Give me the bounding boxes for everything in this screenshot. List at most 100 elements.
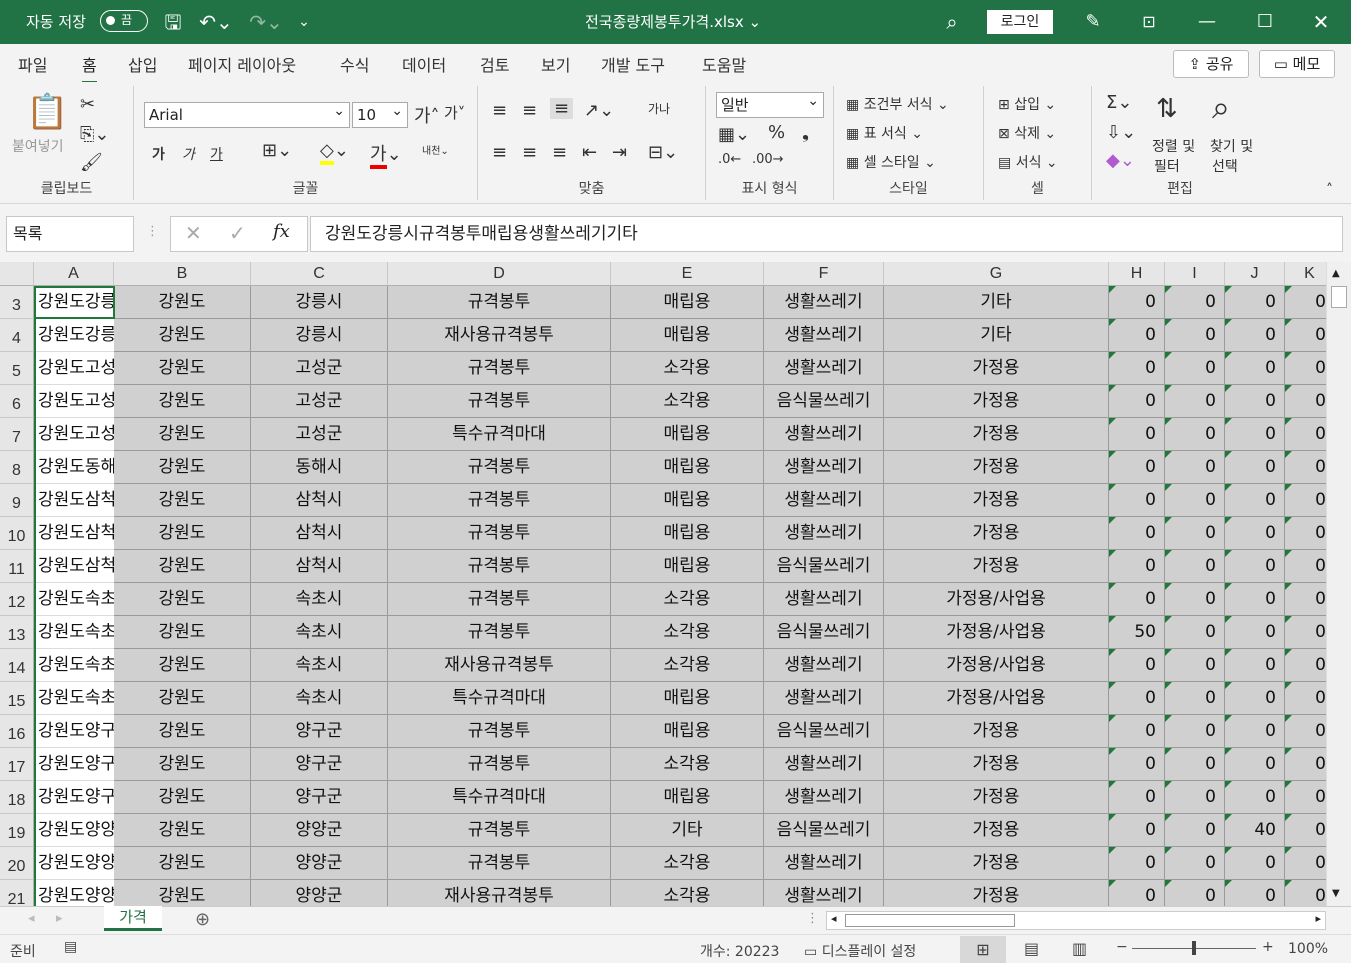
formula-input[interactable]: 강원도강릉시규격봉투매립용생활쓰레기기타 — [310, 216, 1343, 252]
cell-j[interactable]: 0 — [1225, 715, 1285, 748]
cell-g[interactable]: 가정용 — [884, 517, 1109, 550]
font-size-select[interactable]: 10 — [352, 99, 408, 128]
cell-g[interactable]: 가정용 — [884, 781, 1109, 814]
column-header-c[interactable]: C — [251, 262, 388, 286]
decrease-decimal-icon[interactable]: .00→ — [752, 152, 784, 167]
cell-e[interactable]: 매립용 — [611, 781, 764, 814]
select-all-corner[interactable] — [0, 262, 34, 286]
cell-b[interactable]: 강원도 — [114, 880, 251, 906]
cell-i[interactable]: 0 — [1165, 649, 1225, 682]
save-icon[interactable]: 🖫 — [160, 0, 186, 44]
normal-view-icon[interactable]: ⊞ — [960, 936, 1006, 963]
scroll-down-icon[interactable]: ▼ — [1332, 888, 1340, 899]
cell-j[interactable]: 0 — [1225, 385, 1285, 418]
vertical-scroll-thumb[interactable] — [1331, 286, 1347, 308]
cell-c[interactable]: 속초시 — [251, 649, 388, 682]
cell-c[interactable]: 삼척시 — [251, 484, 388, 517]
row-header[interactable]: 13 — [0, 616, 34, 649]
cell-e[interactable]: 소각용 — [611, 616, 764, 649]
cell-e[interactable]: 기타 — [611, 814, 764, 847]
column-header-i[interactable]: I — [1165, 262, 1225, 286]
cell-d[interactable]: 규격봉투 — [388, 583, 611, 616]
cell-d[interactable]: 특수규격마대 — [388, 418, 611, 451]
display-settings-button[interactable]: ▭ 디스플레이 설정 — [804, 941, 916, 961]
row-header[interactable]: 17 — [0, 748, 34, 781]
cell-e[interactable]: 매립용 — [611, 451, 764, 484]
zoom-level[interactable]: 100% — [1288, 941, 1328, 957]
cell-h[interactable]: 0 — [1109, 781, 1165, 814]
cell-h[interactable]: 0 — [1109, 484, 1165, 517]
cell-k[interactable]: 0 — [1285, 352, 1326, 385]
cell-g[interactable]: 가정용 — [884, 451, 1109, 484]
cell-e[interactable]: 소각용 — [611, 649, 764, 682]
row-header[interactable]: 7 — [0, 418, 34, 451]
cell-c[interactable]: 고성군 — [251, 352, 388, 385]
cell-i[interactable]: 0 — [1165, 319, 1225, 352]
tab-developer[interactable]: 개발 도구 — [601, 52, 665, 76]
font-name-select[interactable]: Arial — [144, 99, 350, 128]
align-left-icon[interactable]: ≡ — [492, 142, 507, 163]
scroll-up-icon[interactable]: ▲ — [1332, 268, 1340, 279]
cell-j[interactable]: 0 — [1225, 550, 1285, 583]
fill-icon[interactable]: ⇩⌄ — [1106, 122, 1136, 143]
cell-g[interactable]: 가정용/사업용 — [884, 616, 1109, 649]
number-format-select[interactable]: 일반 — [716, 89, 824, 118]
sort-filter-icon[interactable]: ⇅ — [1156, 94, 1178, 124]
align-right-icon[interactable]: ≡ — [552, 142, 567, 163]
cell-k[interactable]: 0 — [1285, 748, 1326, 781]
cell-i[interactable]: 0 — [1165, 748, 1225, 781]
row-header[interactable]: 4 — [0, 319, 34, 352]
cell-h[interactable]: 0 — [1109, 715, 1165, 748]
cell-h[interactable]: 0 — [1109, 352, 1165, 385]
clear-icon[interactable]: ◆⌄ — [1106, 150, 1135, 171]
cell-j[interactable]: 0 — [1225, 517, 1285, 550]
column-header-b[interactable]: B — [114, 262, 251, 286]
cell-e[interactable]: 소각용 — [611, 748, 764, 781]
cell-g[interactable]: 가정용 — [884, 847, 1109, 880]
cell-i[interactable]: 0 — [1165, 418, 1225, 451]
cell-d[interactable]: 재사용규격봉투 — [388, 319, 611, 352]
cell-e[interactable]: 소각용 — [611, 352, 764, 385]
cell-i[interactable]: 0 — [1165, 682, 1225, 715]
cell-e[interactable]: 매립용 — [611, 484, 764, 517]
minimize-icon[interactable]: — — [1192, 0, 1222, 44]
tab-view[interactable]: 보기 — [541, 52, 570, 76]
bold-button[interactable]: 가 — [152, 144, 165, 164]
tab-file[interactable]: 파일 — [18, 52, 47, 76]
cell-j[interactable]: 0 — [1225, 352, 1285, 385]
cell-k[interactable]: 0 — [1285, 451, 1326, 484]
cell-a[interactable]: 강원도삼척 — [34, 517, 114, 550]
cell-c[interactable]: 고성군 — [251, 418, 388, 451]
cell-a[interactable]: 강원도양양 — [34, 847, 114, 880]
customize-toolbar-icon[interactable]: ⌄ — [294, 0, 314, 44]
cell-b[interactable]: 강원도 — [114, 286, 251, 319]
tab-page-layout[interactable]: 페이지 레이아웃 — [188, 52, 296, 76]
tab-help[interactable]: 도움말 — [702, 52, 746, 76]
cell-g[interactable]: 가정용 — [884, 814, 1109, 847]
cell-f[interactable]: 생활쓰레기 — [764, 847, 884, 880]
close-icon[interactable]: ✕ — [1306, 0, 1336, 44]
cell-h[interactable]: 0 — [1109, 418, 1165, 451]
cell-j[interactable]: 40 — [1225, 814, 1285, 847]
tab-splitter[interactable]: ⋮ — [806, 911, 819, 926]
column-header-j[interactable]: J — [1225, 262, 1285, 286]
cell-k[interactable]: 0 — [1285, 715, 1326, 748]
cell-g[interactable]: 가정용 — [884, 715, 1109, 748]
cell-g[interactable]: 가정용/사업용 — [884, 649, 1109, 682]
cell-f[interactable]: 음식물쓰레기 — [764, 550, 884, 583]
cell-i[interactable]: 0 — [1165, 385, 1225, 418]
cell-f[interactable]: 생활쓰레기 — [764, 781, 884, 814]
cell-a[interactable]: 강원도속초 — [34, 682, 114, 715]
cell-f[interactable]: 음식물쓰레기 — [764, 715, 884, 748]
cell-d[interactable]: 특수규격마대 — [388, 682, 611, 715]
row-header[interactable]: 11 — [0, 550, 34, 583]
paste-icon[interactable]: 📋 — [26, 92, 68, 132]
cell-i[interactable]: 0 — [1165, 286, 1225, 319]
cell-k[interactable]: 0 — [1285, 583, 1326, 616]
format-painter-icon[interactable]: 🖌 — [80, 152, 103, 173]
cell-g[interactable]: 가정용/사업용 — [884, 682, 1109, 715]
sheet-tab-price[interactable]: 가격 — [104, 906, 162, 931]
autosum-icon[interactable]: Σ⌄ — [1106, 92, 1132, 113]
increase-decimal-icon[interactable]: .0← — [718, 152, 741, 167]
italic-button[interactable]: 가 — [182, 144, 195, 164]
